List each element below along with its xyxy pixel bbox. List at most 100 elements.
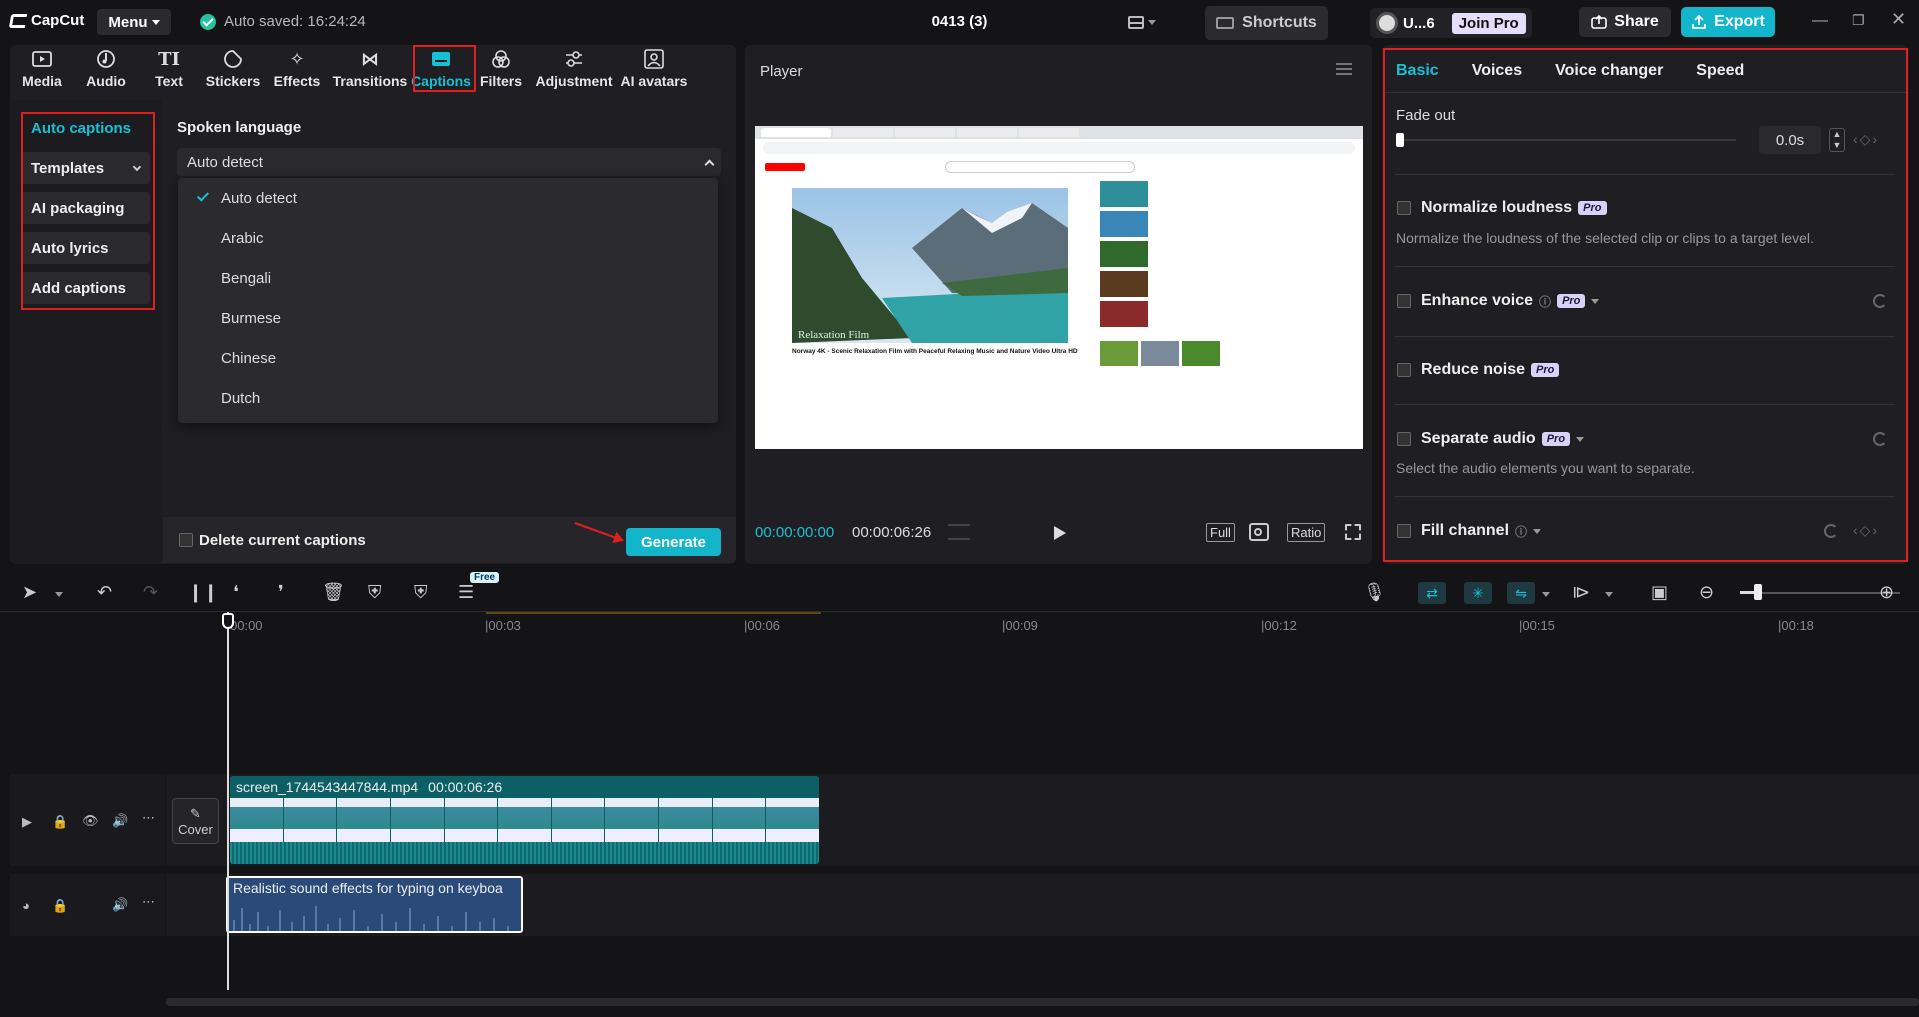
split-left-icon[interactable]: ❛ (233, 582, 239, 603)
tab-voices[interactable]: Voices (1472, 62, 1522, 80)
playhead-line[interactable] (227, 612, 229, 990)
zoom-fit-icon[interactable] (1249, 523, 1269, 541)
fade-out-stepper[interactable]: ▲▼ (1829, 128, 1845, 152)
user-account[interactable]: U...6 Join Pro (1370, 8, 1532, 38)
tab-text[interactable]: TIText (138, 45, 200, 93)
export-button[interactable]: Export (1681, 7, 1775, 37)
zoom-out-icon[interactable]: ⊖ (1699, 582, 1714, 603)
split-right-icon[interactable]: ❜ (278, 582, 284, 603)
nav-auto-captions[interactable]: Auto captions (22, 112, 150, 144)
chevron-down-icon[interactable] (1533, 529, 1541, 534)
option-burmese[interactable]: Burmese (178, 298, 718, 338)
reset-icon[interactable] (1824, 524, 1838, 538)
mask-icon[interactable]: ⛨ (368, 582, 382, 603)
volume-icon[interactable]: 🔊 (112, 813, 128, 829)
menu-button[interactable]: Menu (97, 9, 171, 35)
eye-icon[interactable]: 👁 (82, 813, 99, 829)
fade-out-input[interactable]: 0.0s (1759, 126, 1821, 154)
option-chinese[interactable]: Chinese (178, 338, 718, 378)
zoom-slider[interactable] (1744, 592, 1900, 594)
tab-stickers[interactable]: Stickers (200, 45, 266, 93)
keyframe-icon[interactable]: ‹◇› (1853, 522, 1879, 539)
fill-channel-checkbox[interactable] (1397, 524, 1411, 538)
split-icon[interactable]: ❙❙ (188, 582, 218, 603)
minimize-icon[interactable]: — (1812, 12, 1828, 30)
layout-button[interactable] (1128, 13, 1162, 31)
tab-filters[interactable]: Filters (470, 45, 532, 93)
tab-voice-changer[interactable]: Voice changer (1555, 62, 1663, 80)
language-select[interactable]: Auto detect (177, 148, 721, 176)
chevron-down-icon[interactable] (55, 592, 63, 597)
player-menu-icon[interactable] (1336, 63, 1352, 75)
tab-basic[interactable]: Basic (1396, 62, 1439, 80)
reduce-noise-checkbox[interactable] (1397, 363, 1411, 377)
close-icon[interactable]: ✕ (1891, 9, 1906, 30)
main-track-magnet-icon[interactable]: ⇄ (1418, 582, 1446, 604)
redo-icon[interactable]: ↷ (143, 582, 158, 603)
generate-button[interactable]: Generate (626, 528, 721, 556)
video-clip[interactable]: screen_1744543447844.mp400:00:06:26 (230, 776, 819, 864)
nav-ai-packaging[interactable]: AI packaging (22, 192, 150, 224)
play-icon[interactable] (1054, 526, 1066, 540)
shield-icon[interactable]: ⛨ (414, 582, 428, 603)
grid-view-icon[interactable] (948, 524, 970, 540)
undo-icon[interactable]: ↶ (97, 582, 112, 603)
full-quality-button[interactable]: Full (1206, 523, 1235, 542)
nav-add-captions[interactable]: Add captions (22, 272, 150, 304)
lock-icon[interactable]: 🔒 (52, 898, 68, 914)
linkage-icon[interactable]: ⇋ (1507, 582, 1535, 604)
join-pro-button[interactable]: Join Pro (1452, 13, 1526, 34)
option-dutch[interactable]: Dutch (178, 378, 718, 418)
option-bengali[interactable]: Bengali (178, 258, 718, 298)
shortcuts-button[interactable]: Shortcuts (1205, 6, 1328, 40)
cover-button[interactable]: ✎Cover (172, 798, 219, 844)
more-icon[interactable]: ⋯ (142, 894, 155, 910)
tab-adjustment[interactable]: Adjustment (532, 45, 616, 93)
restore-icon[interactable]: ❐ (1852, 12, 1865, 29)
share-button[interactable]: Share (1579, 7, 1671, 37)
tab-speed[interactable]: Speed (1696, 62, 1744, 80)
playhead-handle[interactable] (222, 613, 234, 629)
separate-audio-checkbox[interactable] (1397, 432, 1411, 446)
info-icon[interactable]: ⓘ (1515, 523, 1527, 540)
tab-captions[interactable]: Captions (412, 45, 470, 93)
auto-snap-icon[interactable]: ✳ (1464, 582, 1492, 604)
nav-templates[interactable]: Templates (22, 152, 150, 184)
zoom-slider-handle[interactable] (1754, 584, 1762, 600)
chevron-down-icon[interactable] (1605, 592, 1613, 597)
delete-captions-checkbox[interactable] (179, 533, 193, 547)
lock-icon[interactable]: 🔒 (52, 814, 68, 830)
auto-caption-icon[interactable]: ☰ (458, 582, 474, 603)
reset-icon[interactable] (1873, 432, 1887, 446)
chevron-down-icon[interactable] (1591, 299, 1599, 304)
preview-axis-icon[interactable]: ⧐ (1572, 582, 1590, 603)
frame-thumbnail (284, 798, 337, 842)
screenshot-icon[interactable]: ▣ (1651, 582, 1668, 603)
fade-out-slider[interactable] (1399, 139, 1736, 141)
chevron-down-icon[interactable] (1576, 437, 1584, 442)
chevron-down-icon[interactable] (1542, 592, 1550, 597)
enhance-voice-checkbox[interactable] (1397, 294, 1411, 308)
tab-effects[interactable]: ✧Effects (266, 45, 328, 93)
reset-icon[interactable] (1873, 294, 1887, 308)
option-arabic[interactable]: Arabic (178, 218, 718, 258)
volume-icon[interactable]: 🔊 (112, 897, 128, 913)
microphone-icon[interactable]: 🎙 (1363, 582, 1386, 603)
more-icon[interactable]: ⋯ (142, 810, 155, 826)
timeline-scrollbar[interactable] (166, 998, 1919, 1006)
info-icon[interactable]: ⓘ (1539, 293, 1551, 310)
ratio-button[interactable]: Ratio (1287, 523, 1325, 542)
zoom-in-icon[interactable]: ⊕ (1879, 582, 1894, 603)
tab-media[interactable]: Media (10, 45, 74, 93)
tab-transitions[interactable]: ⋈Transitions (328, 45, 412, 93)
normalize-checkbox[interactable] (1397, 201, 1411, 215)
tab-ai-avatars[interactable]: AI avatars (616, 45, 692, 93)
fade-out-slider-handle[interactable] (1396, 133, 1404, 147)
keyframe-icon[interactable]: ‹◇› (1853, 131, 1879, 148)
select-cursor-icon[interactable]: ➤ (22, 582, 37, 603)
nav-auto-lyrics[interactable]: Auto lyrics (22, 232, 150, 264)
tab-audio[interactable]: Audio (74, 45, 138, 93)
delete-icon[interactable]: 🗑 (322, 582, 345, 603)
option-auto-detect[interactable]: Auto detect (178, 178, 718, 218)
audio-clip[interactable]: Realistic sound effects for typing on ke… (226, 876, 523, 933)
